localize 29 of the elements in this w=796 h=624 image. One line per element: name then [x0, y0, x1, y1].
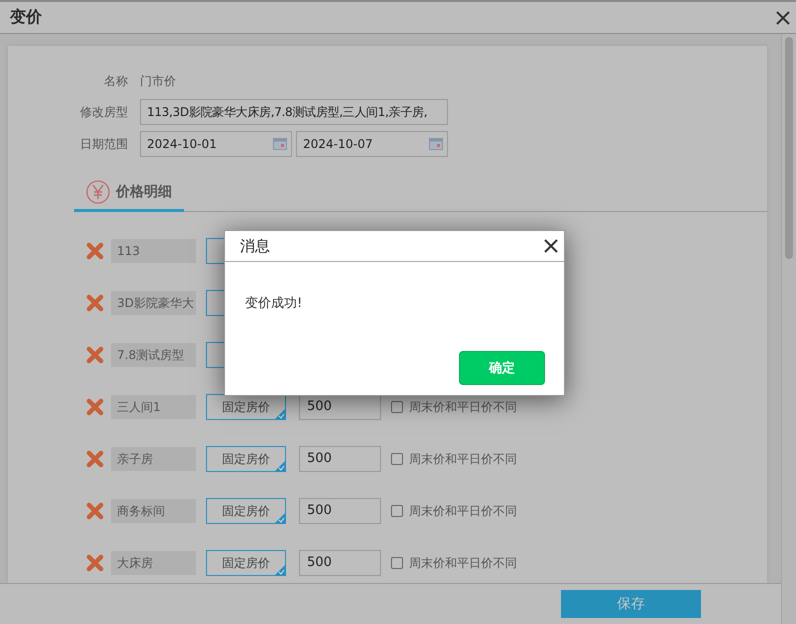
price-type-dropdown[interactable]: 固定房价 — [206, 550, 286, 576]
field-label: 修改房型 — [79, 104, 128, 120]
price-type-dropdown[interactable]: 固定房价 — [206, 394, 286, 420]
checkbox-label[interactable]: 周末价和平日价不同 — [409, 398, 517, 416]
dialog-message: 变价成功! — [245, 295, 304, 312]
room-name: 商务标间 — [111, 499, 196, 523]
checkbox-label[interactable]: 周末价和平日价不同 — [409, 450, 517, 468]
room-name: 7.8测试房型 — [111, 343, 196, 367]
room-name: 三人间1 — [111, 395, 196, 419]
price-field[interactable]: 500 — [299, 446, 381, 472]
date-field[interactable]: 2024-10-07 — [296, 131, 448, 157]
price-type-dropdown[interactable]: 固定房价 — [206, 446, 286, 472]
field-label: 名称 — [103, 72, 128, 90]
dialog-title: 消息 — [240, 236, 270, 256]
window-title: 变价 — [10, 7, 42, 28]
name-value: 门市价 — [140, 73, 177, 90]
price-detail-tab[interactable]: 价格明细 — [74, 180, 184, 212]
checkbox-label[interactable]: 周末价和平日价不同 — [409, 554, 517, 572]
room-name: 大床房 — [111, 551, 196, 575]
room-name: 3D影院豪华大 — [111, 291, 196, 315]
room-name: 亲子房 — [111, 447, 196, 471]
price-type-dropdown[interactable]: 固定房价 — [206, 498, 286, 524]
checkbox-label[interactable]: 周末价和平日价不同 — [409, 502, 517, 520]
room-name: 113 — [111, 239, 196, 263]
price-field[interactable]: 500 — [299, 550, 381, 576]
field-label: 日期范围 — [79, 136, 128, 152]
date-field[interactable]: 2024-10-01 — [140, 131, 292, 157]
price-field[interactable]: 500 — [299, 498, 381, 524]
room-type-field[interactable]: 113,3D影院豪华大床房,7.8测试房型,三人间1,亲子房, — [140, 99, 448, 125]
